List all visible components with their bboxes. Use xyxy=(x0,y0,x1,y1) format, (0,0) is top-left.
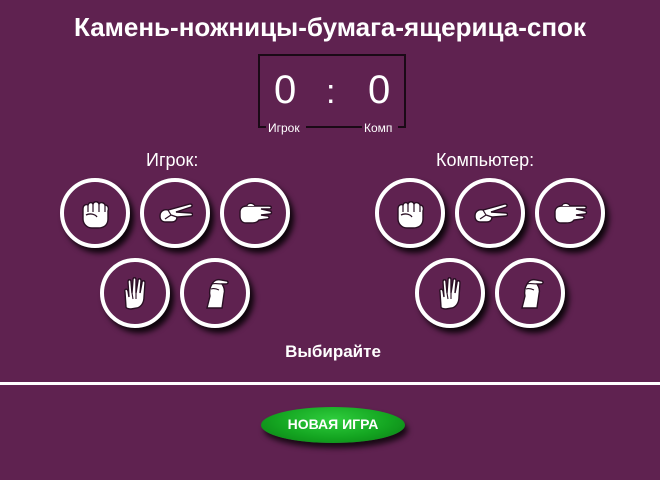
computer-scissors-button xyxy=(455,178,525,248)
computer-rock-button xyxy=(375,178,445,248)
spock-icon xyxy=(439,277,461,310)
lizard-icon xyxy=(521,278,544,309)
player-side-label: Игрок: xyxy=(146,150,199,170)
computer-paper-button xyxy=(535,178,605,248)
player-lizard-button[interactable] xyxy=(180,258,250,328)
player-spock-button[interactable] xyxy=(100,258,170,328)
rock-icon xyxy=(82,201,110,229)
scissors-icon xyxy=(159,203,193,223)
game-title: Камень-ножницы-бумага-ящерица-спок xyxy=(74,12,586,42)
divider xyxy=(0,382,660,385)
player-rock-button[interactable] xyxy=(60,178,130,248)
paper-icon xyxy=(554,202,588,224)
scissors-icon xyxy=(474,203,508,223)
computer-spock-button xyxy=(415,258,485,328)
new-game-button[interactable]: НОВАЯ ИГРА xyxy=(261,407,405,443)
player-score: 0 xyxy=(274,68,297,112)
player-score-label: Игрок xyxy=(268,121,300,135)
lizard-icon xyxy=(206,278,229,309)
computer-score: 0 xyxy=(368,68,391,112)
paper-icon xyxy=(239,202,273,224)
computer-lizard-button xyxy=(495,258,565,328)
score-separator: : xyxy=(326,73,336,111)
spock-icon xyxy=(124,277,146,310)
player-paper-button[interactable] xyxy=(220,178,290,248)
rock-icon xyxy=(397,201,425,229)
computer-side-label: Компьютер: xyxy=(436,150,535,170)
scoreboard-line-middle xyxy=(306,126,362,128)
status-message: Выбирайте xyxy=(285,342,381,361)
computer-score-label: Комп xyxy=(364,121,393,135)
scoreboard-line-right xyxy=(398,126,406,128)
scoreboard-line-left xyxy=(258,126,266,128)
player-scissors-button[interactable] xyxy=(140,178,210,248)
